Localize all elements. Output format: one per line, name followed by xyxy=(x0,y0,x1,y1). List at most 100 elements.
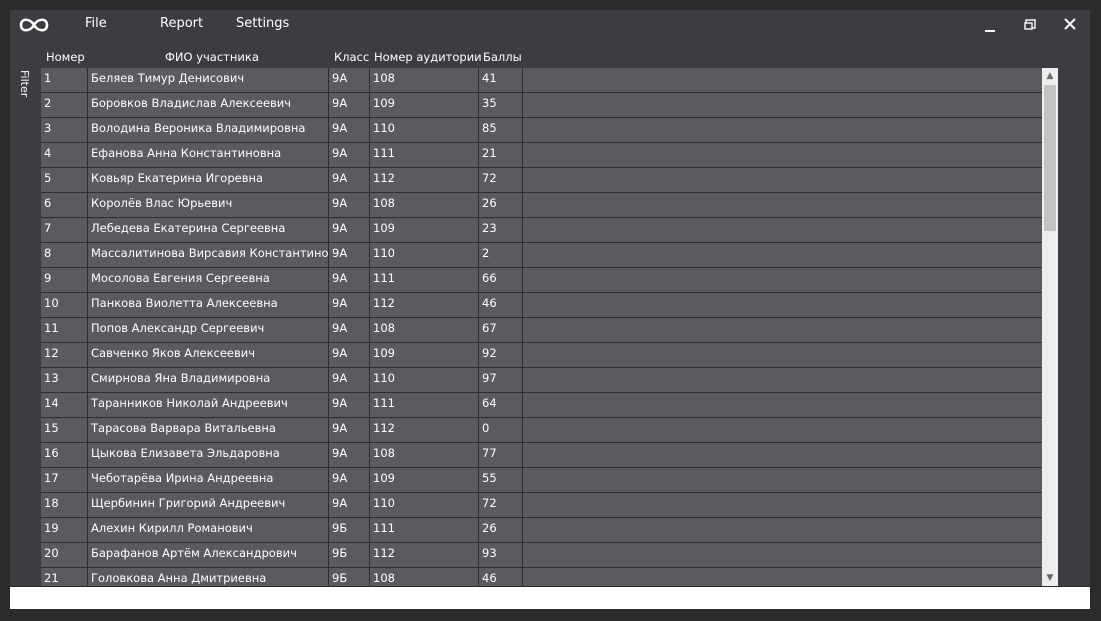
cell-name[interactable]: Цыкова Елизавета Эльдаровна xyxy=(88,443,329,467)
column-header-class[interactable]: Класс xyxy=(334,50,369,68)
cell-name[interactable]: Головкова Анна Дмитриевна xyxy=(88,568,329,586)
cell-name[interactable]: Чеботарёва Ирина Андреевна xyxy=(88,468,329,492)
cell-number[interactable]: 9 xyxy=(41,268,88,292)
table-row[interactable]: 8 Массалитинова Вирсавия Константиновна 9А… xyxy=(41,243,1042,268)
cell-number[interactable]: 2 xyxy=(41,93,88,117)
cell-number[interactable]: 14 xyxy=(41,393,88,417)
table-row[interactable]: 12 Савченко Яков Алексеевич 9А 109 92 xyxy=(41,343,1042,368)
cell-name[interactable]: Смирнова Яна Владимировна xyxy=(88,368,329,392)
cell-score[interactable]: 26 xyxy=(479,193,523,217)
cell-class[interactable]: 9А xyxy=(329,68,370,92)
cell-room[interactable]: 109 xyxy=(370,93,479,117)
cell-class[interactable]: 9А xyxy=(329,118,370,142)
cell-class[interactable]: 9А xyxy=(329,268,370,292)
cell-class[interactable]: 9А xyxy=(329,218,370,242)
cell-number[interactable]: 20 xyxy=(41,543,88,567)
cell-room[interactable]: 112 xyxy=(370,293,479,317)
scroll-up-icon[interactable]: ▲ xyxy=(1042,68,1058,84)
cell-number[interactable]: 10 xyxy=(41,293,88,317)
cell-score[interactable]: 66 xyxy=(479,268,523,292)
cell-name[interactable]: Лебедева Екатерина Сергеевна xyxy=(88,218,329,242)
filter-toggle[interactable]: Filter xyxy=(18,70,31,97)
cell-score[interactable]: 93 xyxy=(479,543,523,567)
cell-class[interactable]: 9А xyxy=(329,293,370,317)
table-row[interactable]: 15 Тарасова Варвара Витальевна 9А 112 0 xyxy=(41,418,1042,443)
cell-name[interactable]: Таранников Николай Андреевич xyxy=(88,393,329,417)
cell-class[interactable]: 9А xyxy=(329,168,370,192)
close-icon[interactable] xyxy=(1059,14,1081,36)
cell-class[interactable]: 9А xyxy=(329,243,370,267)
cell-name[interactable]: Боровков Владислав Алексеевич xyxy=(88,93,329,117)
cell-score[interactable]: 97 xyxy=(479,368,523,392)
menu-report[interactable]: Report xyxy=(160,16,203,31)
cell-score[interactable]: 2 xyxy=(479,243,523,267)
table-row[interactable]: 6 Королёв Влас Юрьевич 9А 108 26 xyxy=(41,193,1042,218)
cell-class[interactable]: 9Б xyxy=(329,568,370,586)
cell-class[interactable]: 9А xyxy=(329,393,370,417)
cell-class[interactable]: 9А xyxy=(329,318,370,342)
cell-number[interactable]: 16 xyxy=(41,443,88,467)
cell-number[interactable]: 13 xyxy=(41,368,88,392)
table-row[interactable]: 1 Беляев Тимур Денисович 9А 108 41 xyxy=(41,68,1042,93)
cell-name[interactable]: Барафанов Артём Александрович xyxy=(88,543,329,567)
cell-name[interactable]: Тарасова Варвара Витальевна xyxy=(88,418,329,442)
cell-score[interactable]: 64 xyxy=(479,393,523,417)
menu-settings[interactable]: Settings xyxy=(236,16,289,31)
cell-score[interactable]: 21 xyxy=(479,143,523,167)
cell-score[interactable]: 67 xyxy=(479,318,523,342)
cell-class[interactable]: 9А xyxy=(329,93,370,117)
cell-class[interactable]: 9А xyxy=(329,418,370,442)
cell-name[interactable]: Алехин Кирилл Романович xyxy=(88,518,329,542)
table-row[interactable]: 2 Боровков Владислав Алексеевич 9А 109 35 xyxy=(41,93,1042,118)
cell-room[interactable]: 108 xyxy=(370,193,479,217)
cell-score[interactable]: 46 xyxy=(479,568,523,586)
column-header-score[interactable]: Баллы xyxy=(483,50,522,68)
cell-name[interactable]: Ковьяр Екатерина Игоревна xyxy=(88,168,329,192)
cell-name[interactable]: Королёв Влас Юрьевич xyxy=(88,193,329,217)
cell-room[interactable]: 109 xyxy=(370,218,479,242)
table-row[interactable]: 3 Володина Вероника Владимировна 9А 110 85 xyxy=(41,118,1042,143)
cell-room[interactable]: 108 xyxy=(370,568,479,586)
cell-number[interactable]: 21 xyxy=(41,568,88,586)
cell-name[interactable]: Попов Александр Сергеевич xyxy=(88,318,329,342)
cell-class[interactable]: 9А xyxy=(329,343,370,367)
cell-name[interactable]: Савченко Яков Алексеевич xyxy=(88,343,329,367)
cell-class[interactable]: 9Б xyxy=(329,543,370,567)
cell-class[interactable]: 9Б xyxy=(329,518,370,542)
cell-name[interactable]: Панкова Виолетта Алексеевна xyxy=(88,293,329,317)
cell-name[interactable]: Мосолова Евгения Сергеевна xyxy=(88,268,329,292)
cell-score[interactable]: 0 xyxy=(479,418,523,442)
table-row[interactable]: 11 Попов Александр Сергеевич 9А 108 67 xyxy=(41,318,1042,343)
cell-room[interactable]: 109 xyxy=(370,343,479,367)
scroll-thumb[interactable] xyxy=(1044,85,1056,231)
cell-room[interactable]: 110 xyxy=(370,118,479,142)
cell-number[interactable]: 18 xyxy=(41,493,88,517)
cell-number[interactable]: 19 xyxy=(41,518,88,542)
cell-room[interactable]: 108 xyxy=(370,443,479,467)
cell-room[interactable]: 112 xyxy=(370,168,479,192)
cell-number[interactable]: 1 xyxy=(41,68,88,92)
cell-score[interactable]: 46 xyxy=(479,293,523,317)
table-row[interactable]: 17 Чеботарёва Ирина Андреевна 9А 109 55 xyxy=(41,468,1042,493)
cell-room[interactable]: 108 xyxy=(370,318,479,342)
scroll-down-icon[interactable]: ▼ xyxy=(1042,570,1058,586)
cell-room[interactable]: 112 xyxy=(370,543,479,567)
cell-number[interactable]: 17 xyxy=(41,468,88,492)
table-row[interactable]: 4 Ефанова Анна Константиновна 9А 111 21 xyxy=(41,143,1042,168)
infinity-icon[interactable] xyxy=(18,15,50,35)
cell-class[interactable]: 9А xyxy=(329,193,370,217)
table-row[interactable]: 16 Цыкова Елизавета Эльдаровна 9А 108 77 xyxy=(41,443,1042,468)
restore-icon[interactable] xyxy=(1019,14,1041,36)
cell-room[interactable]: 109 xyxy=(370,468,479,492)
participants-grid[interactable]: 1 Беляев Тимур Денисович 9А 108 41 2 Боровков … xyxy=(41,68,1042,586)
cell-room[interactable]: 111 xyxy=(370,143,479,167)
cell-number[interactable]: 4 xyxy=(41,143,88,167)
cell-score[interactable]: 41 xyxy=(479,68,523,92)
cell-name[interactable]: Массалитинова Вирсавия Константиновна xyxy=(88,243,329,267)
cell-class[interactable]: 9А xyxy=(329,468,370,492)
cell-room[interactable]: 111 xyxy=(370,518,479,542)
cell-number[interactable]: 7 xyxy=(41,218,88,242)
table-row[interactable]: 18 Щербинин Григорий Андреевич 9А 110 72 xyxy=(41,493,1042,518)
menu-file[interactable]: File xyxy=(85,16,107,31)
minimize-icon[interactable] xyxy=(979,14,1001,36)
